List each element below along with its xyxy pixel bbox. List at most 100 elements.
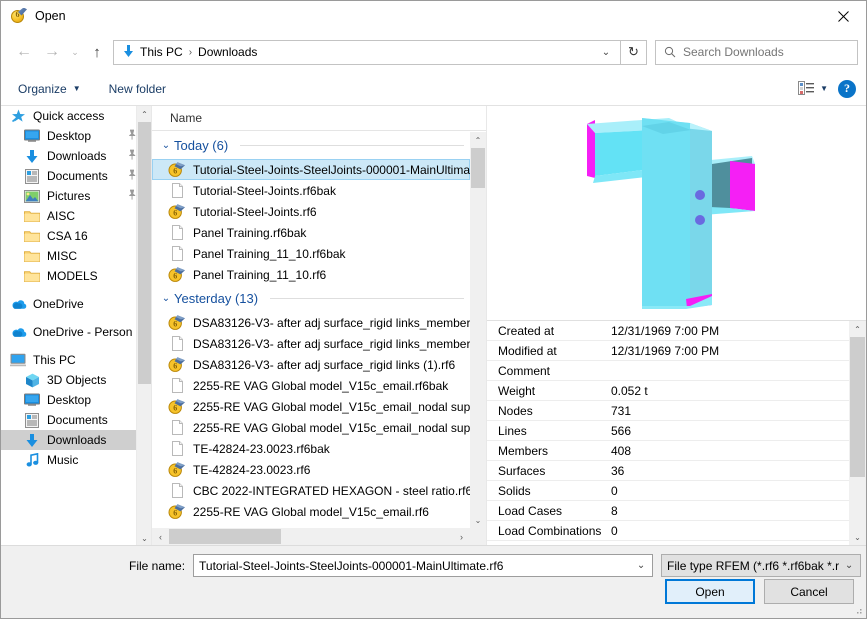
file-list-vscrollbar[interactable]: ⌃ ⌄ [470, 132, 486, 528]
file-scroll-down-icon[interactable]: ⌄ [470, 512, 486, 528]
breadcrumb[interactable]: This PC › Downloads ⌄ [113, 39, 621, 65]
up-button[interactable]: ↑ [84, 38, 110, 66]
breadcrumb-crumb-0[interactable]: This PC [138, 45, 185, 59]
back-button[interactable]: ← [10, 38, 38, 66]
file-list-item[interactable]: Tutorial-Steel-Joints.rf6bak [152, 180, 470, 201]
file-list-item[interactable]: 6 Tutorial-Steel-Joints-SteelJoints-00000… [152, 159, 470, 180]
properties-scrollbar-thumb[interactable] [850, 337, 865, 477]
sidebar-item-onedrive[interactable]: OneDrive [1, 294, 151, 314]
file-list-item[interactable]: DSA83126-V3- after adj surface_rigid lin… [152, 333, 470, 354]
properties-scroll-down-icon[interactable]: ⌄ [849, 529, 866, 545]
hscroll-right-icon[interactable]: › [453, 528, 470, 545]
file-list-item[interactable]: 6 2255-RE VAG Global model_V15c_email.rf6 [152, 501, 470, 522]
sidebar-item-music[interactable]: Music [1, 450, 151, 470]
dialog-footer: File name: Tutorial-Steel-Joints-SteelJo… [1, 545, 866, 618]
sidebar-item-misc[interactable]: MISC [1, 246, 151, 266]
file-hscrollbar-thumb[interactable] [169, 529, 281, 544]
filename-input[interactable]: Tutorial-Steel-Joints-SteelJoints-000001… [193, 554, 654, 577]
file-name: CBC 2022-INTEGRATED HEXAGON - steel rati… [193, 483, 470, 498]
file-list-item[interactable]: Panel Training_11_10.rf6bak [152, 243, 470, 264]
change-view-button[interactable]: ▼ [798, 81, 828, 96]
forward-button[interactable]: → [38, 38, 66, 66]
sidebar-item-pictures[interactable]: Pictures [1, 186, 151, 206]
sidebar-item-label: OneDrive - Person [33, 325, 133, 339]
svg-text:6: 6 [173, 271, 177, 280]
sidebar-item-downloads[interactable]: Downloads [1, 146, 151, 166]
properties-list: Created at 12/31/1969 7:00 PM Modified at 1… [487, 321, 849, 545]
sidebar-item-this-pc[interactable]: This PC [1, 350, 151, 370]
help-button[interactable]: ? [838, 79, 856, 98]
file-list-item[interactable]: CBC 2022-INTEGRATED HEXAGON - steel rati… [152, 480, 470, 501]
sidebar-item-quick-access[interactable]: Quick access [1, 106, 151, 126]
properties-scrollbar[interactable]: ⌃ ⌄ [849, 321, 866, 545]
sidebar-item-label: MISC [47, 249, 77, 263]
chevron-down-icon[interactable]: ⌄ [158, 293, 174, 304]
desktop-icon [23, 128, 41, 144]
refresh-button[interactable]: ↻ [621, 39, 647, 65]
sidebar-item-3d-objects[interactable]: 3D Objects [1, 370, 151, 390]
file-list-item[interactable]: 2255-RE VAG Global model_V15c_email.rf6b… [152, 375, 470, 396]
property-value: 731 [611, 403, 632, 418]
file-list-item[interactable]: Panel Training.rf6bak [152, 222, 470, 243]
sidebar-item-downloads[interactable]: Downloads [1, 430, 151, 450]
file-list-item[interactable]: 6 TE-42824-23.0023.rf6 [152, 459, 470, 480]
sidebar-item-label: OneDrive [33, 297, 84, 311]
file-list-item[interactable]: 6 Tutorial-Steel-Joints.rf6 [152, 201, 470, 222]
breadcrumb-dropdown-icon[interactable]: ⌄ [596, 47, 616, 58]
file-scroll-up-icon[interactable]: ⌃ [470, 132, 486, 148]
sidebar-item-desktop[interactable]: Desktop [1, 126, 151, 146]
sidebar-item-aisc[interactable]: AISC [1, 206, 151, 226]
property-key: Load Cases [498, 503, 563, 518]
svg-text:6: 6 [173, 466, 177, 475]
filetype-chevron-down-icon[interactable]: ⌄ [840, 560, 858, 571]
file-vscrollbar-thumb[interactable] [471, 148, 485, 188]
folder-icon [23, 248, 41, 264]
property-value: 36 [611, 463, 625, 478]
view-chevron-down-icon[interactable]: ▼ [820, 84, 828, 93]
open-button[interactable]: Open [665, 579, 755, 604]
file-list-item[interactable]: 6 DSA83126-V3- after adj surface_rigid li… [152, 354, 470, 375]
chevron-down-icon[interactable]: ⌄ [158, 140, 174, 151]
sidebar-item-csa-16[interactable]: CSA 16 [1, 226, 151, 246]
window-title: Open [35, 9, 66, 23]
column-header-name[interactable]: Name [152, 106, 486, 131]
hscroll-left-icon[interactable]: ‹ [152, 528, 169, 545]
resize-grip-icon[interactable] [853, 606, 863, 616]
file-list-item[interactable]: 6 DSA83126-V3- after adj surface_rigid li… [152, 312, 470, 333]
filename-chevron-down-icon[interactable]: ⌄ [632, 560, 650, 571]
scrollbar-thumb[interactable] [138, 122, 151, 384]
new-folder-button[interactable]: New folder [109, 82, 166, 96]
desktop-icon [23, 392, 41, 408]
file-list-item[interactable]: 6 Panel Training_11_10.rf6 [152, 264, 470, 285]
file-list-item[interactable]: 6 2255-RE VAG Global model_V15c_email_nod… [152, 396, 470, 417]
property-key: Created at [498, 323, 555, 338]
file-list-hscrollbar[interactable]: ‹ › [152, 528, 470, 545]
properties-scroll-up-icon[interactable]: ⌃ [849, 321, 866, 337]
sidebar-item-label: Desktop [47, 393, 92, 407]
file-list-item[interactable]: TE-42824-23.0023.rf6bak [152, 438, 470, 459]
property-key: Solids [498, 483, 531, 498]
property-value: 566 [611, 423, 632, 438]
cancel-button[interactable]: Cancel [764, 579, 854, 604]
file-group-header[interactable]: ⌄ Today (6) [152, 132, 470, 159]
organize-button[interactable]: Organize ▼ [18, 82, 81, 96]
file-group-header[interactable]: ⌄ Yesterday (13) [152, 285, 470, 312]
sidebar-item-onedrive-person[interactable]: OneDrive - Person [1, 322, 151, 342]
scroll-down-icon[interactable]: ⌄ [137, 530, 151, 545]
navigation-pane-scrollbar[interactable]: ⌃ ⌄ [136, 106, 151, 545]
sidebar-item-documents[interactable]: Documents [1, 410, 151, 430]
file-list-item[interactable]: 2255-RE VAG Global model_V15c_email_noda… [152, 417, 470, 438]
rf6bak-file-icon [168, 419, 188, 436]
close-button[interactable] [820, 1, 866, 31]
downloads-icon [23, 148, 41, 164]
chevron-down-icon: ▼ [72, 84, 81, 93]
sidebar-item-models[interactable]: MODELS [1, 266, 151, 286]
filetype-select[interactable]: File type RFEM (*.rf6 *.rf6bak *.r ⌄ [661, 554, 862, 577]
sidebar-item-documents[interactable]: Documents [1, 166, 151, 186]
rf6-file-icon: 6 [168, 356, 188, 373]
scroll-up-icon[interactable]: ⌃ [137, 106, 151, 122]
search-input[interactable]: Search Downloads [655, 39, 858, 65]
breadcrumb-crumb-1[interactable]: Downloads [196, 45, 259, 59]
sidebar-item-desktop[interactable]: Desktop [1, 390, 151, 410]
recent-locations-button[interactable]: ⌄ [66, 38, 84, 66]
